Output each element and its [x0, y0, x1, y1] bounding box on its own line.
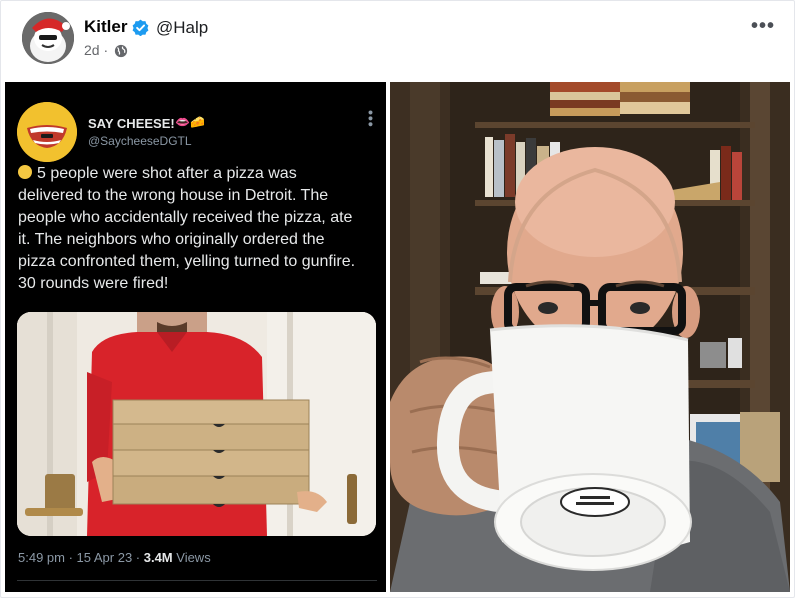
author-avatar[interactable]: [22, 12, 74, 64]
post-time[interactable]: 2d: [84, 42, 100, 58]
tweet-footer: 5:49 pm · 15 Apr 23 · 3.4M Views: [18, 550, 211, 565]
post-photo-tweet-screenshot[interactable]: SAY CHEESE! 👄🧀 @SaycheeseDGTL ••• 5 peop…: [5, 82, 386, 592]
tweet-more-icon: •••: [363, 110, 379, 128]
post-meta: 2d ·: [84, 42, 108, 58]
tweet-media-pizza-delivery: [17, 312, 376, 536]
tweet-avatar: [17, 102, 77, 162]
verified-icon: [132, 19, 149, 36]
tweet-display-name: SAY CHEESE!: [88, 116, 175, 131]
grimace-emoji-icon: [18, 165, 32, 179]
tweet-timestamp: 5:49 pm · 15 Apr 23 ·: [18, 550, 144, 565]
tweet-name-emojis: 👄🧀: [175, 115, 205, 129]
post-photo-man-with-mug[interactable]: [390, 82, 790, 592]
globe-icon: [114, 44, 128, 58]
tweet-text: 5 people were shot after a pizza was del…: [18, 163, 358, 295]
tweet-views-label: Views: [172, 550, 211, 565]
author-name[interactable]: Kitler: [84, 17, 127, 37]
tweet-handle: @SaycheeseDGTL: [88, 134, 192, 148]
meta-separator: ·: [103, 42, 109, 58]
more-icon: •••: [750, 14, 775, 37]
tweet-divider: [17, 580, 377, 581]
author-handle[interactable]: @Halp: [156, 18, 208, 38]
tweet-views-count: 3.4M: [143, 550, 173, 565]
more-options-button[interactable]: •••: [747, 12, 779, 40]
tweet-body: 5 people were shot after a pizza was del…: [18, 165, 356, 292]
